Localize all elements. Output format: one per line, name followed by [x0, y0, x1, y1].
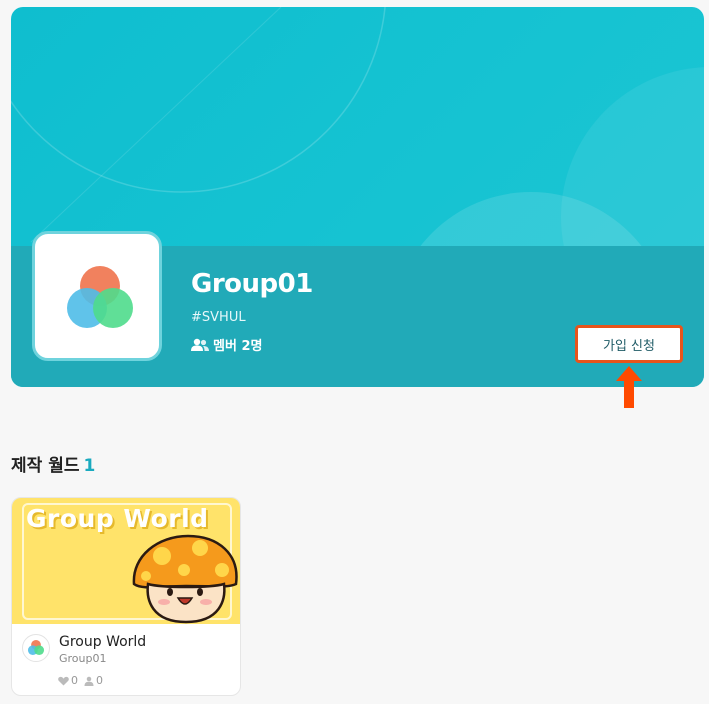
players-stat: 0 — [84, 674, 103, 687]
join-request-button[interactable]: 가입 신청 — [575, 325, 683, 363]
group-banner: Group01 #SVHUL 멤버 2명 가입 신청 — [11, 7, 704, 387]
world-stats: 0 0 — [58, 674, 103, 687]
group-logo-icon — [67, 266, 133, 328]
world-card[interactable]: Group World Group World Group01 0 0 — [11, 497, 241, 696]
world-owner-avatar[interactable] — [22, 634, 50, 662]
group-name: Group01 — [191, 269, 313, 299]
likes-count: 0 — [71, 674, 78, 687]
likes-stat: 0 — [58, 674, 78, 687]
person-icon — [84, 676, 94, 686]
world-thumbnail[interactable]: Group World — [12, 498, 240, 624]
users-icon — [191, 338, 209, 351]
member-count-label: 멤버 2명 — [213, 339, 263, 354]
world-owner[interactable]: Group01 — [59, 652, 107, 665]
thumbnail-title: Group World — [26, 504, 209, 533]
world-title[interactable]: Group World — [59, 634, 146, 650]
group-logo — [32, 231, 162, 361]
heart-icon — [58, 676, 69, 686]
member-count: 멤버 2명 — [191, 335, 262, 354]
created-worlds-heading: 제작 월드 1 — [11, 451, 95, 476]
mushroom-character-icon — [132, 534, 238, 624]
section-title: 제작 월드 — [11, 456, 80, 476]
group-tag: #SVHUL — [191, 310, 246, 325]
players-count: 0 — [96, 674, 103, 687]
section-count: 1 — [83, 456, 96, 476]
up-arrow-icon — [616, 366, 642, 408]
group-logo-icon — [27, 639, 45, 656]
